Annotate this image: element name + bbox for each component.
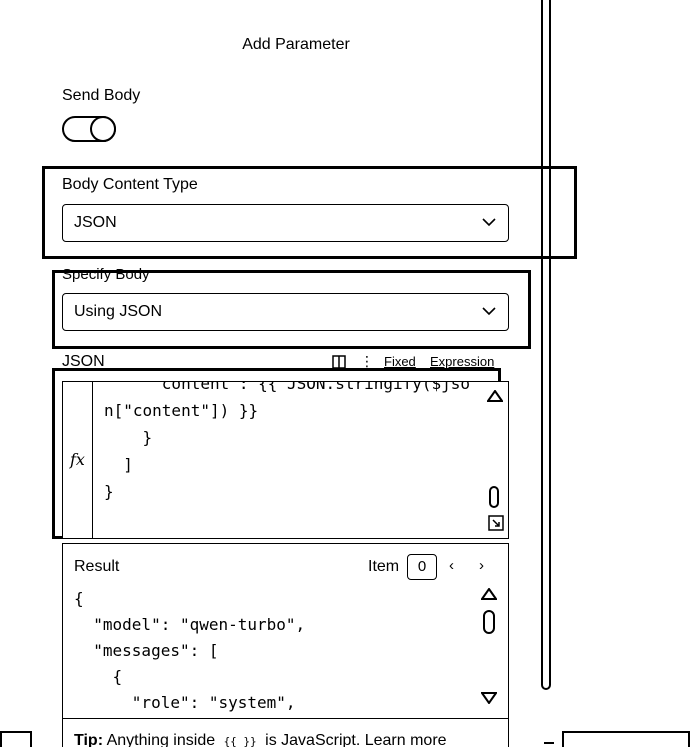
code-line: n["content"]) }} bbox=[104, 401, 259, 420]
corner-fragment bbox=[0, 731, 32, 747]
chevron-down-icon bbox=[482, 307, 496, 316]
code-line: ] bbox=[104, 455, 133, 474]
panel-icon[interactable] bbox=[332, 355, 346, 369]
body-content-type-label: Body Content Type bbox=[62, 176, 198, 193]
result-label: Result bbox=[74, 558, 120, 575]
specify-body-value: Using JSON bbox=[74, 303, 163, 320]
learn-more-link[interactable]: Learn more bbox=[365, 732, 447, 747]
result-line: "messages": [ bbox=[74, 641, 219, 660]
toggle-knob bbox=[90, 116, 116, 142]
item-label: Item bbox=[368, 558, 400, 575]
scroll-down-icon[interactable] bbox=[481, 692, 497, 704]
tip-braces: {{ }} bbox=[223, 735, 257, 747]
specify-body-label: Specify Body bbox=[62, 266, 150, 283]
divider bbox=[544, 742, 554, 744]
send-body-toggle[interactable] bbox=[62, 116, 116, 142]
code-line: content : {{ JSON.stringify($jso bbox=[104, 381, 471, 393]
body-content-type-select[interactable]: JSON bbox=[62, 204, 509, 242]
editor-gutter: fx bbox=[63, 382, 93, 538]
expression-mode-tab[interactable]: Expression bbox=[430, 354, 494, 369]
fx-icon: fx bbox=[70, 450, 85, 469]
json-expression-editor[interactable]: fx content : {{ JSON.stringify($jso n["c… bbox=[62, 381, 509, 539]
tip-bar: Tip: Anything inside {{ }} is JavaScript… bbox=[63, 718, 508, 747]
scrollbar-thumb[interactable] bbox=[483, 610, 495, 634]
corner-fragment bbox=[562, 731, 690, 747]
specify-body-select[interactable]: Using JSON bbox=[62, 293, 509, 331]
send-body-label: Send Body bbox=[62, 87, 141, 104]
tip-text: Anything inside bbox=[106, 732, 216, 747]
body-content-type-value: JSON bbox=[74, 214, 117, 231]
scrollbar-thumb[interactable] bbox=[489, 486, 499, 508]
result-line: "role": "system", bbox=[74, 693, 296, 712]
result-line: { bbox=[74, 667, 123, 686]
fixed-mode-tab[interactable]: Fixed bbox=[384, 354, 416, 369]
tip-text: is JavaScript. bbox=[265, 732, 361, 747]
chevron-down-icon bbox=[482, 218, 496, 227]
scroll-rail[interactable] bbox=[541, 0, 551, 690]
code-line: } bbox=[104, 482, 114, 501]
tip-prefix: Tip: bbox=[74, 732, 104, 747]
item-index-field[interactable]: 0 bbox=[407, 554, 437, 580]
scroll-up-icon[interactable] bbox=[481, 588, 497, 600]
scroll-up-icon[interactable] bbox=[487, 390, 503, 402]
result-line: "model": "qwen-turbo", bbox=[74, 615, 306, 634]
result-line: { bbox=[74, 589, 84, 608]
code-line: } bbox=[104, 428, 153, 447]
prev-item-icon[interactable]: ‹ bbox=[449, 557, 454, 574]
page-title: Add Parameter bbox=[242, 36, 350, 53]
result-panel: Result Item 0 ‹ › { "model": "qwen-turbo… bbox=[62, 543, 509, 747]
next-item-icon[interactable]: › bbox=[479, 557, 484, 574]
expand-editor-icon[interactable] bbox=[488, 515, 504, 531]
